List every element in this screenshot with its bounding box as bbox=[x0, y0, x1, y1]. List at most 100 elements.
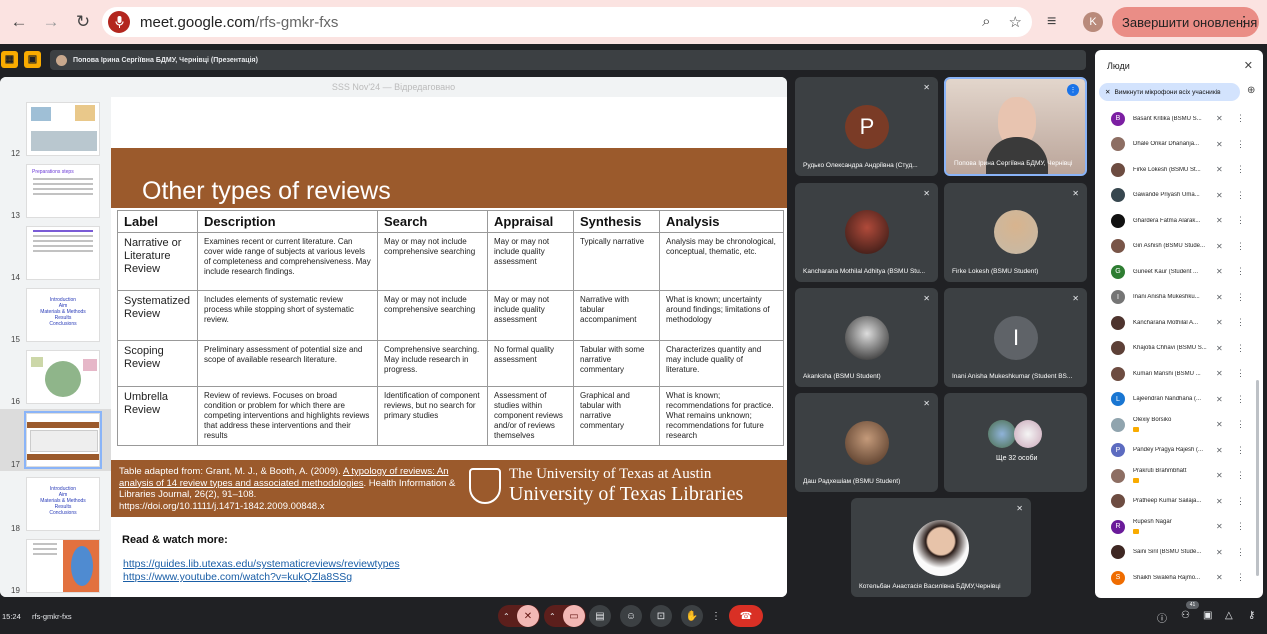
participant-list-item[interactable]: P Pandey Pragya Rajesh (... ✕ ⋮ bbox=[1095, 438, 1263, 464]
slide-thumbnail[interactable]: Introduction Aim Materials & Methods Res… bbox=[26, 477, 100, 531]
participant-list-item[interactable]: I Inani Anisha Mukeshku... ✕ ⋮ bbox=[1095, 285, 1263, 311]
slide-thumbnail-selected[interactable] bbox=[24, 411, 102, 469]
slide-thumbnail[interactable]: Introduction Aim Materials & Methods Res… bbox=[26, 288, 100, 342]
more-vert-icon[interactable]: ⋮ bbox=[1236, 343, 1245, 354]
chat-icon[interactable]: ▣ bbox=[1203, 610, 1212, 621]
more-vert-icon[interactable]: ⋮ bbox=[1236, 164, 1245, 175]
thumbnail-row[interactable]: Introduction Aim Materials & Methods Res… bbox=[0, 288, 111, 346]
participant-list-item[interactable]: S Shaikh Swaleha Rajmo... ✕ ⋮ bbox=[1095, 565, 1263, 591]
mic-off-icon[interactable]: ✕ bbox=[1216, 548, 1223, 557]
zoom-icon[interactable]: ⌕ bbox=[982, 13, 990, 31]
more-vert-icon[interactable]: ⋮ bbox=[1236, 394, 1245, 405]
participant-list-item[interactable]: L Lajeendran Nandhana (... ✕ ⋮ bbox=[1095, 387, 1263, 413]
thumbnail-row[interactable]: 14 bbox=[0, 226, 111, 284]
participant-tile[interactable]: ✕ I Inani Anisha Mukeshkumar (Student BS… bbox=[944, 288, 1087, 387]
participant-list-item[interactable]: Giri Ashish (BSMU Stude... ✕ ⋮ bbox=[1095, 234, 1263, 260]
close-icon[interactable]: ✕ bbox=[1244, 59, 1253, 72]
youtube-link[interactable]: https://www.youtube.com/watch?v=kukQZla8… bbox=[123, 571, 352, 583]
grid-layout-icon[interactable]: ▦ bbox=[1, 51, 18, 68]
camera-toggle-button[interactable]: ⌃ ▭ bbox=[544, 605, 586, 627]
participant-tile[interactable]: ✕ P Рудько Олександра Андріївна (Студ... bbox=[795, 77, 938, 176]
more-vert-icon[interactable]: ⋮ bbox=[1236, 547, 1245, 558]
slide-thumbnail[interactable] bbox=[26, 102, 100, 156]
more-vert-icon[interactable]: ⋮ bbox=[1237, 13, 1251, 30]
mic-off-icon[interactable]: ✕ bbox=[1216, 573, 1223, 582]
thumbnail-row[interactable]: 12 bbox=[0, 102, 111, 160]
add-people-icon[interactable]: ⊕ bbox=[1247, 85, 1255, 96]
more-vert-icon[interactable]: ⋮ bbox=[1236, 215, 1245, 226]
participant-list-item[interactable]: Pratheep Kumar Sailaja... ✕ ⋮ bbox=[1095, 489, 1263, 515]
mic-off-icon[interactable]: ✕ bbox=[1216, 140, 1223, 149]
more-vert-icon[interactable]: ⋮ bbox=[1236, 292, 1245, 303]
forward-icon[interactable]: → bbox=[38, 9, 64, 35]
reload-icon[interactable]: ↻ bbox=[70, 9, 96, 35]
more-vert-icon[interactable]: ⋮ bbox=[1236, 190, 1245, 201]
presenter-tools-icon[interactable]: ▣ bbox=[24, 51, 41, 68]
mic-off-icon[interactable]: ✕ bbox=[1216, 522, 1223, 531]
raise-hand-icon[interactable]: ✋ bbox=[681, 605, 703, 627]
mic-off-icon[interactable]: ✕ bbox=[1216, 344, 1223, 353]
mic-off-icon[interactable]: ✕ bbox=[1216, 242, 1223, 251]
participant-list-item[interactable]: Ghardera Fatma Alarak... ✕ ⋮ bbox=[1095, 208, 1263, 234]
end-update-button[interactable]: Завершити оновлення ⋮ bbox=[1112, 7, 1259, 37]
info-icon[interactable]: ⓘ bbox=[1157, 610, 1167, 625]
mic-off-icon[interactable]: ✕ bbox=[1216, 497, 1223, 506]
people-icon[interactable]: ⚇ bbox=[1181, 610, 1190, 621]
slide-thumbnail[interactable]: Preparations steps bbox=[26, 164, 100, 218]
more-vert-icon[interactable]: ⋮ bbox=[1236, 496, 1245, 507]
participant-tile[interactable]: ✕ Firke Lokesh (BSMU Student) bbox=[944, 183, 1087, 282]
chevron-up-icon[interactable]: ⌃ bbox=[503, 612, 510, 621]
more-options-icon[interactable]: ⋮ bbox=[709, 605, 723, 627]
participant-list-item[interactable]: Kumari Manshi (BSMU ... ✕ ⋮ bbox=[1095, 361, 1263, 387]
mic-off-icon[interactable]: ✕ bbox=[1216, 395, 1223, 404]
thumbnail-row-selected[interactable]: 17 bbox=[0, 409, 111, 471]
mic-off-icon[interactable]: ✕ bbox=[1216, 369, 1223, 378]
bookmark-star-icon[interactable]: ☆ bbox=[1009, 13, 1022, 31]
present-icon[interactable]: ⊡ bbox=[650, 605, 672, 627]
participant-list-item[interactable]: Khajotia Chhavi (BSMU S... ✕ ⋮ bbox=[1095, 336, 1263, 362]
mute-all-button[interactable]: ✕ Вимкнути мікрофони всіх учасників bbox=[1099, 83, 1240, 101]
mic-off-icon[interactable]: ✕ bbox=[1216, 216, 1223, 225]
participant-tile[interactable]: ✕ Kancharana Mothilal Adhitya (BSMU Stu.… bbox=[795, 183, 938, 282]
participant-list-item[interactable]: B Basant Kritika (BSMU S... ✕ ⋮ bbox=[1095, 106, 1263, 132]
mic-off-icon[interactable]: ✕ bbox=[517, 605, 539, 627]
profile-avatar[interactable]: K bbox=[1083, 12, 1103, 32]
participant-list-item[interactable]: Dhale Onkar Dhananja... ✕ ⋮ bbox=[1095, 132, 1263, 158]
participant-tile[interactable]: ✕ Akanksha (BSMU Student) bbox=[795, 288, 938, 387]
mic-off-icon[interactable]: ✕ bbox=[1216, 114, 1223, 123]
address-bar[interactable]: meet.google.com/rfs-gmkr-fxs ⌕ ☆ bbox=[102, 7, 1032, 37]
participant-list-item[interactable]: Gawande Priyash Uma... ✕ ⋮ bbox=[1095, 183, 1263, 209]
participant-list-item[interactable]: Kancharana Mothilal A... ✕ ⋮ bbox=[1095, 310, 1263, 336]
mic-off-icon[interactable]: ✕ bbox=[1216, 165, 1223, 174]
more-vert-icon[interactable]: ⋮ bbox=[1236, 572, 1245, 583]
participant-tile[interactable]: ✕ Котельбан Анастасія Василівна БДМУ,Чер… bbox=[851, 498, 1031, 597]
scrollbar[interactable] bbox=[1256, 380, 1259, 576]
activities-icon[interactable]: △ bbox=[1225, 610, 1233, 621]
chevron-up-icon[interactable]: ⌃ bbox=[549, 612, 556, 621]
participant-list-item[interactable]: G Guneet Kaur (Student ... ✕ ⋮ bbox=[1095, 259, 1263, 285]
mic-in-use-icon[interactable] bbox=[108, 11, 130, 33]
more-vert-icon[interactable]: ⋮ bbox=[1236, 266, 1245, 277]
participant-list-item[interactable]: Saini Siril (BSMU Stude... ✕ ⋮ bbox=[1095, 540, 1263, 566]
more-vert-icon[interactable]: ⋮ bbox=[1236, 419, 1245, 430]
more-vert-icon[interactable]: ⋮ bbox=[1236, 470, 1245, 481]
camera-off-icon[interactable]: ▭ bbox=[563, 605, 585, 627]
participant-list-item[interactable]: R Rupesh Nagar ✕ ⋮ bbox=[1095, 514, 1263, 540]
captions-icon[interactable]: ▤ bbox=[589, 605, 611, 627]
participant-list-item[interactable]: Prakruti Brahmbhatt ✕ ⋮ bbox=[1095, 463, 1263, 489]
participant-tile[interactable]: ✕ Даш Радхешіам (BSMU Student) bbox=[795, 393, 938, 492]
host-controls-icon[interactable]: ⚷ bbox=[1248, 610, 1255, 621]
emoji-icon[interactable]: ☺ bbox=[620, 605, 642, 627]
mic-off-icon[interactable]: ✕ bbox=[1216, 191, 1223, 200]
back-icon[interactable]: ← bbox=[6, 9, 32, 35]
guide-link[interactable]: https://guides.lib.utexas.edu/systematic… bbox=[123, 558, 400, 570]
slide-thumbnail[interactable] bbox=[26, 226, 100, 280]
participant-list-item[interactable]: Firke Lokesh (BSMU St... ✕ ⋮ bbox=[1095, 157, 1263, 183]
more-vert-icon[interactable]: ⋮ bbox=[1236, 317, 1245, 328]
more-vert-icon[interactable]: ⋮ bbox=[1236, 521, 1245, 532]
mic-off-icon[interactable]: ✕ bbox=[1216, 267, 1223, 276]
more-vert-icon[interactable]: ⋮ bbox=[1236, 113, 1245, 124]
mic-toggle-button[interactable]: ⌃ ✕ bbox=[498, 605, 540, 627]
mic-off-icon[interactable]: ✕ bbox=[1216, 420, 1223, 429]
thumbnail-row[interactable]: 16 bbox=[0, 350, 111, 408]
